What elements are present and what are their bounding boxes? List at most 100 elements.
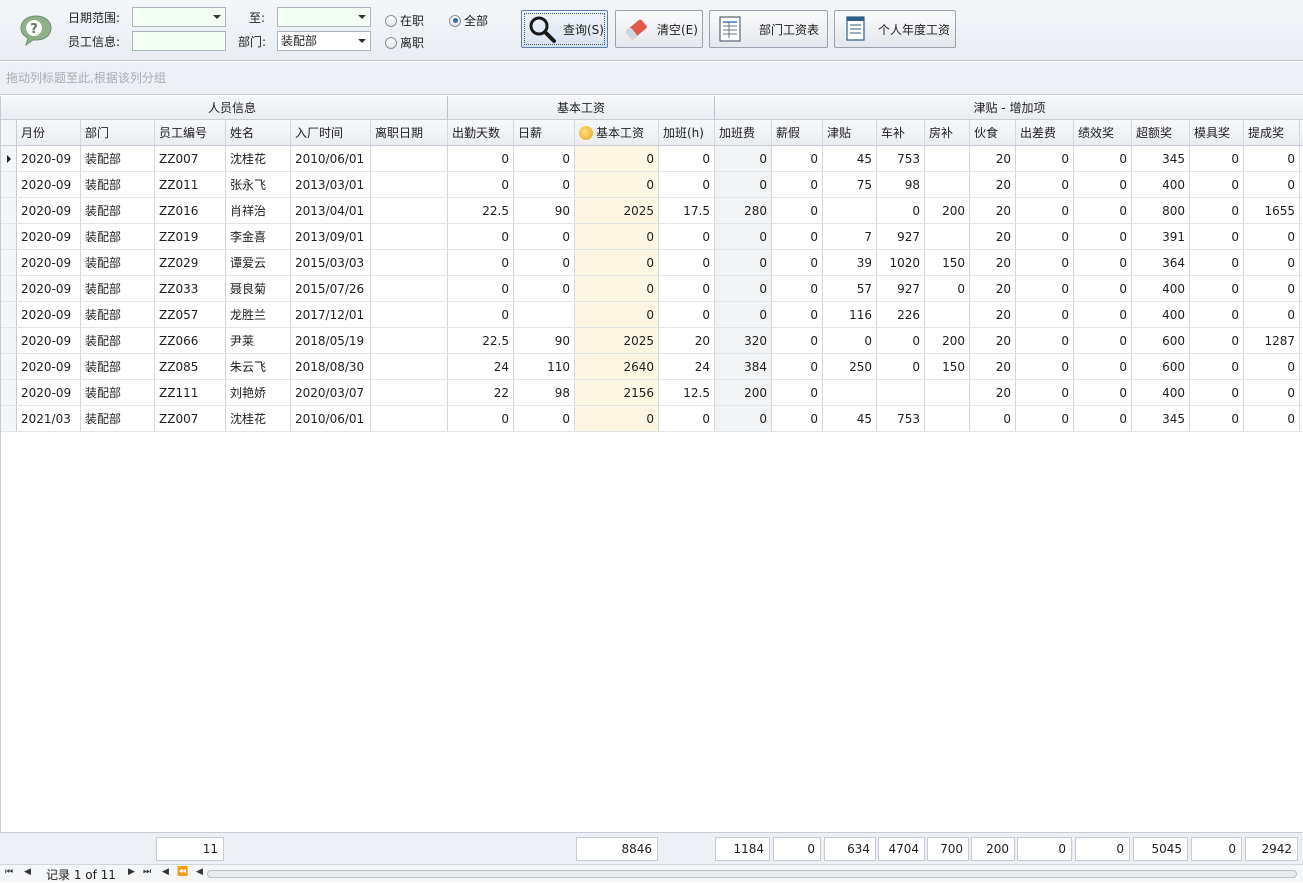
personal-year-salary-button[interactable]: 个人年度工资 xyxy=(834,10,956,48)
cell-overtime-hours[interactable]: 0 xyxy=(659,302,715,327)
cell-paid-leave[interactable]: 0 xyxy=(772,380,823,405)
cell-employee-id[interactable]: ZZ011 xyxy=(155,172,226,197)
cell-performance-bonus[interactable]: 0 xyxy=(1074,302,1132,327)
cell-allowance[interactable]: 0 xyxy=(823,328,877,353)
cell-performance-bonus[interactable]: 0 xyxy=(1074,406,1132,431)
col-header-month[interactable]: 月份 xyxy=(17,120,81,145)
cell-housing-allowance[interactable] xyxy=(925,224,970,249)
cell-overtime-fee[interactable]: 0 xyxy=(715,406,772,431)
cell-travel-fee[interactable]: 0 xyxy=(1016,302,1074,327)
cell-name[interactable]: 朱云飞 xyxy=(226,354,291,379)
cell-daily-wage[interactable]: 90 xyxy=(514,198,575,223)
cell-department[interactable]: 装配部 xyxy=(81,276,155,301)
radio-all[interactable]: 全部 xyxy=(449,12,488,29)
cell-excess-bonus[interactable]: 400 xyxy=(1132,276,1190,301)
cell-leave-date[interactable] xyxy=(371,146,448,171)
cell-employee-id[interactable]: ZZ085 xyxy=(155,354,226,379)
cell-allowance[interactable]: 250 xyxy=(823,354,877,379)
cell-join-date[interactable]: 2018/08/30 xyxy=(291,354,371,379)
cell-excess-bonus[interactable]: 400 xyxy=(1132,302,1190,327)
prev-page-icon[interactable]: ◀ xyxy=(24,867,31,877)
cell-performance-bonus[interactable]: 0 xyxy=(1074,146,1132,171)
cell-allowance[interactable]: 7 xyxy=(823,224,877,249)
cell-attendance-days[interactable]: 0 xyxy=(448,406,514,431)
col-header-overtime-hours[interactable]: 加班(h) xyxy=(659,120,715,145)
cell-month[interactable]: 2020-09 xyxy=(17,276,81,301)
cell-performance-bonus[interactable]: 0 xyxy=(1074,328,1132,353)
cell-month[interactable]: 2020-09 xyxy=(17,172,81,197)
cell-daily-wage[interactable]: 98 xyxy=(514,380,575,405)
cell-month[interactable]: 2020-09 xyxy=(17,198,81,223)
cell-housing-allowance[interactable] xyxy=(925,172,970,197)
cell-overtime-hours[interactable]: 0 xyxy=(659,224,715,249)
cell-excess-bonus[interactable]: 391 xyxy=(1132,224,1190,249)
cell-overtime-fee[interactable]: 0 xyxy=(715,172,772,197)
col-header-basic-salary[interactable]: 基本工资 xyxy=(575,120,659,145)
cell-join-date[interactable]: 2010/06/01 xyxy=(291,146,371,171)
cell-join-date[interactable]: 2013/09/01 xyxy=(291,224,371,249)
cell-overtime-hours[interactable]: 0 xyxy=(659,250,715,275)
cell-travel-fee[interactable]: 0 xyxy=(1016,406,1074,431)
cell-basic-salary[interactable]: 0 xyxy=(575,250,659,275)
cell-attendance-days[interactable]: 0 xyxy=(448,172,514,197)
cell-car-allowance[interactable] xyxy=(877,380,925,405)
next-record-icon[interactable]: ▶ xyxy=(128,867,135,877)
cell-join-date[interactable]: 2010/06/01 xyxy=(291,406,371,431)
prev-record-icon[interactable]: ◀ xyxy=(162,867,169,877)
table-row[interactable]: 2020-09 装配部 ZZ111 刘艳娇 2020/03/07 22 98 2156 12.5… xyxy=(1,380,1303,406)
first-page-icon[interactable]: ⏪ xyxy=(177,867,188,877)
cell-overtime-hours[interactable]: 0 xyxy=(659,406,715,431)
cell-car-allowance[interactable]: 0 xyxy=(877,354,925,379)
radio-active[interactable]: 在职 xyxy=(385,12,424,29)
cell-department[interactable]: 装配部 xyxy=(81,250,155,275)
col-header-overtime-fee[interactable]: 加班费 xyxy=(715,120,772,145)
cell-excess-bonus[interactable]: 345 xyxy=(1132,406,1190,431)
cell-commission-bonus[interactable]: 0 xyxy=(1244,172,1300,197)
cell-overtime-fee[interactable]: 280 xyxy=(715,198,772,223)
cell-name[interactable]: 沈桂花 xyxy=(226,146,291,171)
col-header-paid-leave[interactable]: 薪假 xyxy=(772,120,823,145)
cell-paid-leave[interactable]: 0 xyxy=(772,250,823,275)
cell-department[interactable]: 装配部 xyxy=(81,406,155,431)
cell-travel-fee[interactable]: 0 xyxy=(1016,198,1074,223)
cell-employee-id[interactable]: ZZ111 xyxy=(155,380,226,405)
cell-meal[interactable]: 20 xyxy=(970,302,1016,327)
cell-department[interactable]: 装配部 xyxy=(81,146,155,171)
cell-basic-salary[interactable]: 0 xyxy=(575,172,659,197)
cell-employee-id[interactable]: ZZ007 xyxy=(155,146,226,171)
row-indicator[interactable] xyxy=(1,276,17,301)
cell-paid-leave[interactable]: 0 xyxy=(772,302,823,327)
cell-travel-fee[interactable]: 0 xyxy=(1016,354,1074,379)
cell-commission-bonus[interactable]: 0 xyxy=(1244,302,1300,327)
cell-overtime-fee[interactable]: 320 xyxy=(715,328,772,353)
cell-commission-bonus[interactable]: 0 xyxy=(1244,276,1300,301)
cell-attendance-days[interactable]: 24 xyxy=(448,354,514,379)
cell-car-allowance[interactable]: 927 xyxy=(877,224,925,249)
dept-salary-button[interactable]: 部门工资表 xyxy=(709,10,828,48)
cell-daily-wage[interactable]: 0 xyxy=(514,406,575,431)
cell-join-date[interactable]: 2020/03/07 xyxy=(291,380,371,405)
cell-car-allowance[interactable]: 1020 xyxy=(877,250,925,275)
cell-leave-date[interactable] xyxy=(371,276,448,301)
cell-mold-bonus[interactable]: 0 xyxy=(1190,146,1244,171)
cell-paid-leave[interactable]: 0 xyxy=(772,172,823,197)
row-indicator[interactable] xyxy=(1,380,17,405)
cell-commission-bonus[interactable]: 1655 xyxy=(1244,198,1300,223)
cell-mold-bonus[interactable]: 0 xyxy=(1190,250,1244,275)
cell-daily-wage[interactable]: 0 xyxy=(514,146,575,171)
cell-employee-id[interactable]: ZZ057 xyxy=(155,302,226,327)
band-personnel[interactable]: 人员信息 xyxy=(17,96,448,119)
cell-mold-bonus[interactable]: 0 xyxy=(1190,328,1244,353)
cell-join-date[interactable]: 2015/07/26 xyxy=(291,276,371,301)
cell-join-date[interactable]: 2013/04/01 xyxy=(291,198,371,223)
row-indicator[interactable] xyxy=(1,328,17,353)
cell-meal[interactable]: 20 xyxy=(970,224,1016,249)
cell-employee-id[interactable]: ZZ019 xyxy=(155,224,226,249)
cell-name[interactable]: 李金喜 xyxy=(226,224,291,249)
cell-leave-date[interactable] xyxy=(371,172,448,197)
cell-leave-date[interactable] xyxy=(371,406,448,431)
cell-attendance-days[interactable]: 22 xyxy=(448,380,514,405)
col-header-allowance[interactable]: 津贴 xyxy=(823,120,877,145)
cell-commission-bonus[interactable]: 0 xyxy=(1244,224,1300,249)
cell-attendance-days[interactable]: 0 xyxy=(448,250,514,275)
